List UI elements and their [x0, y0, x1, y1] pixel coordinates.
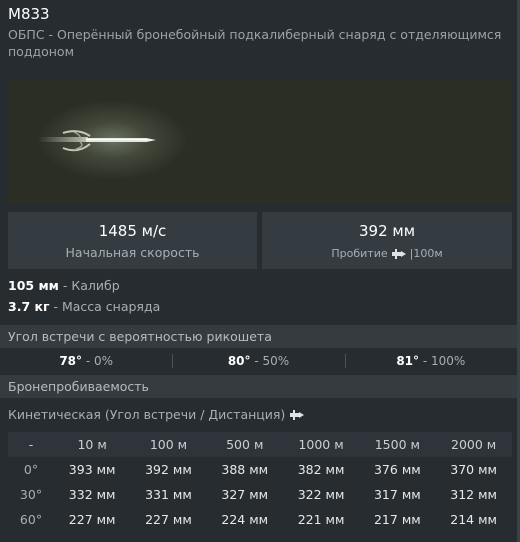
value-cell: 393 мм — [68, 462, 116, 477]
distance-header: 100 м — [149, 437, 188, 452]
ricochet-angle: 81° — [396, 354, 420, 368]
value-cell: 370 мм — [450, 462, 497, 477]
penetration-value: 392 мм — [358, 222, 416, 240]
value-cell: 327 мм — [221, 487, 269, 502]
muzzle-velocity-card: 1485 м/с Начальная скорость — [8, 212, 257, 269]
distance-header: 500 м — [226, 437, 264, 452]
value-cell: 312 мм — [450, 487, 497, 502]
muzzle-velocity-value: 1485 м/с — [98, 222, 167, 240]
ricochet-entry: 78° - 0% — [0, 350, 172, 372]
kinetic-subtitle-text: Кинетическая (Угол встречи / Дистанция) — [8, 407, 286, 422]
penetration-label: Пробитие — [331, 247, 388, 260]
mass-value: 3.7 кг — [8, 299, 50, 314]
caliber-spec: 105 мм - Калибр — [8, 277, 120, 295]
value-cell: 331 мм — [145, 487, 192, 502]
ricochet-chance: - 50% — [250, 354, 290, 368]
penetration-caption: Пробитие |100м — [262, 246, 512, 262]
ricochet-chance: - 100% — [419, 354, 466, 368]
table-corner: - — [28, 437, 34, 452]
angle-cell: 30° — [19, 487, 43, 502]
distance-header: 2000 м — [451, 437, 497, 452]
penetration-card: 392 мм Пробитие |100м — [262, 212, 512, 269]
caliber-value: 105 мм — [8, 278, 59, 293]
ricochet-entry: 80° - 50% — [172, 350, 344, 372]
caliber-label: - Калибр — [58, 278, 120, 293]
armor-section-header: Бронепробиваемость — [0, 375, 517, 398]
penetration-range-note: |100м — [409, 247, 443, 260]
distance-header: 1000 м — [298, 437, 344, 452]
dart-projectile-graphic — [38, 130, 156, 152]
table-header-row: - 10 м 100 м 500 м 1000 м 1500 м 2000 м — [8, 432, 512, 457]
ricochet-angle: 78° — [59, 354, 83, 368]
muzzle-velocity-label: Начальная скорость — [65, 245, 200, 260]
ricochet-chance: - 0% — [82, 354, 114, 368]
value-cell: 322 мм — [297, 487, 345, 502]
angle-cell: 0° — [23, 462, 39, 477]
value-cell: 317 мм — [373, 487, 421, 502]
value-cell: 224 мм — [221, 512, 269, 527]
table-row: 60° 227 мм 227 мм 224 мм 221 мм 217 мм 2… — [8, 507, 512, 532]
shell-preview-image — [8, 80, 512, 204]
shell-header: M833 ОБПС - Оперённый бронебойный подкал… — [8, 4, 508, 60]
mass-label: - Масса снаряда — [49, 299, 161, 314]
distance-header: 10 м — [77, 437, 107, 452]
value-cell: 388 мм — [221, 462, 269, 477]
table-row: 30° 332 мм 331 мм 327 мм 322 мм 317 мм 3… — [8, 482, 512, 507]
ricochet-angle: 80° — [227, 354, 251, 368]
shell-penetration-icon — [290, 410, 305, 420]
shell-description: ОБПС - Оперённый бронебойный подкалиберн… — [8, 27, 502, 59]
shell-name: M833 — [8, 5, 50, 23]
ricochet-section-header: Угол встречи с вероятностью рикошета — [0, 325, 517, 348]
value-cell: 376 мм — [373, 462, 421, 477]
angle-cell: 60° — [19, 512, 43, 527]
kinetic-subtitle: Кинетическая (Угол встречи / Дистанция) — [8, 406, 305, 424]
mass-spec: 3.7 кг - Масса снаряда — [8, 298, 160, 316]
distance-header: 1500 м — [374, 437, 420, 452]
value-cell: 214 мм — [450, 512, 497, 527]
value-cell: 332 мм — [68, 487, 116, 502]
value-cell: 227 мм — [68, 512, 116, 527]
shell-penetration-icon — [391, 249, 406, 259]
value-cell: 392 мм — [145, 462, 192, 477]
value-cell: 217 мм — [373, 512, 421, 527]
value-cell: 227 мм — [145, 512, 192, 527]
penetration-table: - 10 м 100 м 500 м 1000 м 1500 м 2000 м … — [8, 432, 512, 532]
ricochet-entry: 81° - 100% — [344, 350, 517, 372]
table-row: 0° 393 мм 392 мм 388 мм 382 мм 376 мм 37… — [8, 457, 512, 482]
ricochet-row: 78° - 0% 80° - 50% 81° - 100% — [0, 350, 517, 372]
value-cell: 382 мм — [297, 462, 345, 477]
value-cell: 221 мм — [297, 512, 345, 527]
